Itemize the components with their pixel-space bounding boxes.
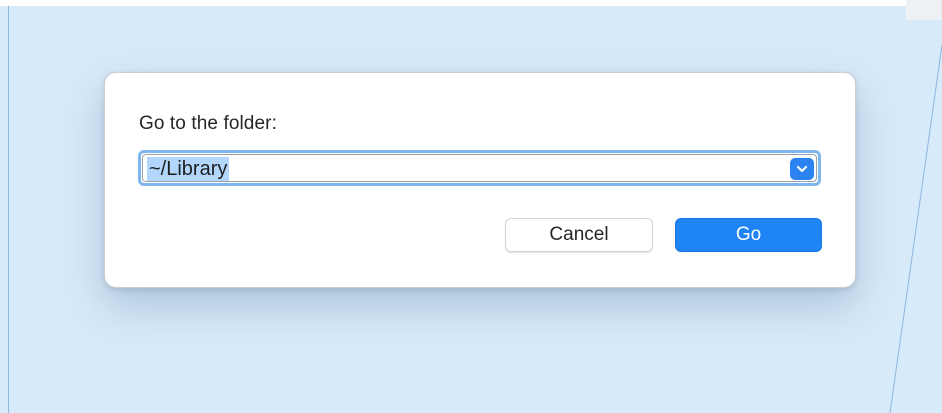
corner-patch [906, 0, 942, 20]
window-left-edge [8, 6, 9, 413]
recent-folders-dropdown-button[interactable] [790, 158, 814, 180]
go-button-label: Go [735, 224, 762, 245]
go-button[interactable]: Go [675, 218, 822, 252]
cancel-button-label: Cancel [549, 224, 609, 245]
dialog-prompt: Go to the folder: [139, 113, 277, 134]
top-edge [0, 0, 942, 6]
folder-path-input-border [142, 154, 817, 182]
cancel-button[interactable]: Cancel [505, 218, 653, 252]
folder-path-value[interactable]: ~/Library [147, 157, 230, 181]
go-to-folder-dialog: Go to the folder: ~/Library Cancel Go [104, 72, 856, 288]
folder-path-input[interactable]: ~/Library [138, 150, 821, 186]
chevron-down-icon [796, 165, 808, 173]
